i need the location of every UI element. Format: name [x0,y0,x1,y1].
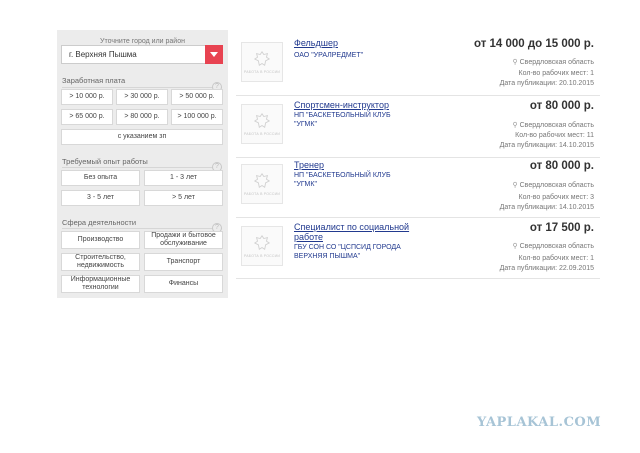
sphere-option[interactable]: Информационные технологии [61,275,140,293]
location-pin-icon: ⚲ [512,59,520,66]
salary-option[interactable]: с указанием зп [61,129,223,145]
job-salary: от 14 000 до 15 000 р. [473,38,594,50]
logo-caption: РАБОТА В РОССИИ [243,132,281,136]
experience-option[interactable]: > 5 лет [144,190,223,206]
job-salary: от 80 000 р. [529,160,594,172]
employer-logo: РАБОТА В РОССИИ [241,42,283,82]
salary-option[interactable]: > 30 000 р. [116,89,168,105]
job-region-text: Свердловская область [519,122,594,129]
sphere-section-title: Сфера деятельности [62,218,137,227]
chevron-down-icon [210,52,218,57]
job-salary: от 80 000 р. [529,100,594,112]
salary-option[interactable]: > 50 000 р. [171,89,223,105]
divider [62,228,222,229]
job-company: ОАО "УРАЛРЕДМЕТ" [294,52,364,59]
city-hint: Уточните город или район [100,38,185,45]
job-company: НП "БАСКЕТБОЛЬНЫЙ КЛУБ "УГМК" [294,112,391,128]
city-dropdown-button[interactable] [205,45,223,64]
job-company: ГБУ СОН СО "ЦСПСиД ГОРОДА ВЕРХНЯЯ ПЫШМА" [294,244,401,260]
job-title-link[interactable]: Тренер [294,160,424,170]
location-pin-icon: ⚲ [512,182,520,189]
city-value: г. Верхняя Пышма [69,50,137,59]
sphere-option[interactable]: Транспорт [144,253,223,271]
salary-section-title: Заработная плата [62,76,126,85]
employer-logo: РАБОТА В РОССИИ [241,164,283,204]
job-date: Дата публикации: 14.10.2015 [499,204,594,211]
eagle-emblem-icon [253,234,271,251]
job-region-text: Свердловская область [519,243,594,250]
employer-logo: РАБОТА В РОССИИ [241,226,283,266]
job-title-link[interactable]: Специалист по социальной работе [294,222,424,242]
job-slots: Кол-во рабочих мест: 1 [518,70,594,77]
job-date: Дата публикации: 22.09.2015 [499,265,594,272]
eagle-emblem-icon [253,112,271,129]
location-pin-icon: ⚲ [512,122,520,129]
sphere-option[interactable]: Производство [61,231,140,249]
job-card: РАБОТА В РОССИИ Специалист по социальной… [236,222,600,279]
eagle-emblem-icon [253,172,271,189]
job-slots: Кол-во рабочих мест: 11 [515,132,594,139]
sphere-option[interactable]: Строительство, недвижимость [61,253,140,271]
logo-caption: РАБОТА В РОССИИ [243,70,281,74]
job-region-text: Свердловская область [519,182,594,189]
job-card: РАБОТА В РОССИИ Спортсмен-инструктор НП … [236,100,600,158]
salary-option[interactable]: > 65 000 р. [61,109,113,125]
job-slots: Кол-во рабочих мест: 1 [518,255,594,262]
employer-logo: РАБОТА В РОССИИ [241,104,283,144]
job-region: ⚲ Свердловская область [513,58,594,66]
job-date: Дата публикации: 14.10.2015 [499,142,594,149]
divider [62,167,222,168]
job-card: РАБОТА В РОССИИ Тренер НП "БАСКЕТБОЛЬНЫЙ… [236,160,600,218]
job-title-link[interactable]: Спортсмен-инструктор [294,100,424,110]
experience-option[interactable]: Без опыта [61,170,140,186]
logo-caption: РАБОТА В РОССИИ [243,254,281,258]
salary-option[interactable]: > 100 000 р. [171,109,223,125]
logo-caption: РАБОТА В РОССИИ [243,192,281,196]
filter-sidebar: Уточните город или район г. Верхняя Пышм… [57,30,228,298]
sphere-option[interactable]: Финансы [144,275,223,293]
experience-option[interactable]: 1 - 3 лет [144,170,223,186]
job-slots: Кол-во рабочих мест: 3 [518,194,594,201]
city-select[interactable]: г. Верхняя Пышма [61,45,223,64]
job-salary: от 17 500 р. [529,222,594,234]
salary-option[interactable]: > 80 000 р. [116,109,168,125]
job-region: ⚲ Свердловская область [513,121,594,129]
job-region: ⚲ Свердловская область [513,181,594,189]
sphere-option[interactable]: Продажи и бытовое обслуживание [144,231,223,249]
location-pin-icon: ⚲ [512,243,520,250]
salary-option[interactable]: > 10 000 р. [61,89,113,105]
job-title-link[interactable]: Фельдшер [294,38,424,48]
job-card: РАБОТА В РОССИИ Фельдшер ОАО "УРАЛРЕДМЕТ… [236,38,600,96]
divider [62,87,222,88]
job-region: ⚲ Свердловская область [513,242,594,250]
job-date: Дата публикации: 20.10.2015 [499,80,594,87]
experience-section-title: Требуемый опыт работы [62,157,148,166]
watermark: YAPLAKAL.COM [477,415,602,430]
experience-option[interactable]: 3 - 5 лет [61,190,140,206]
job-region-text: Свердловская область [519,59,594,66]
job-company: НП "БАСКЕТБОЛЬНЫЙ КЛУБ "УГМК" [294,172,391,188]
eagle-emblem-icon [253,50,271,67]
